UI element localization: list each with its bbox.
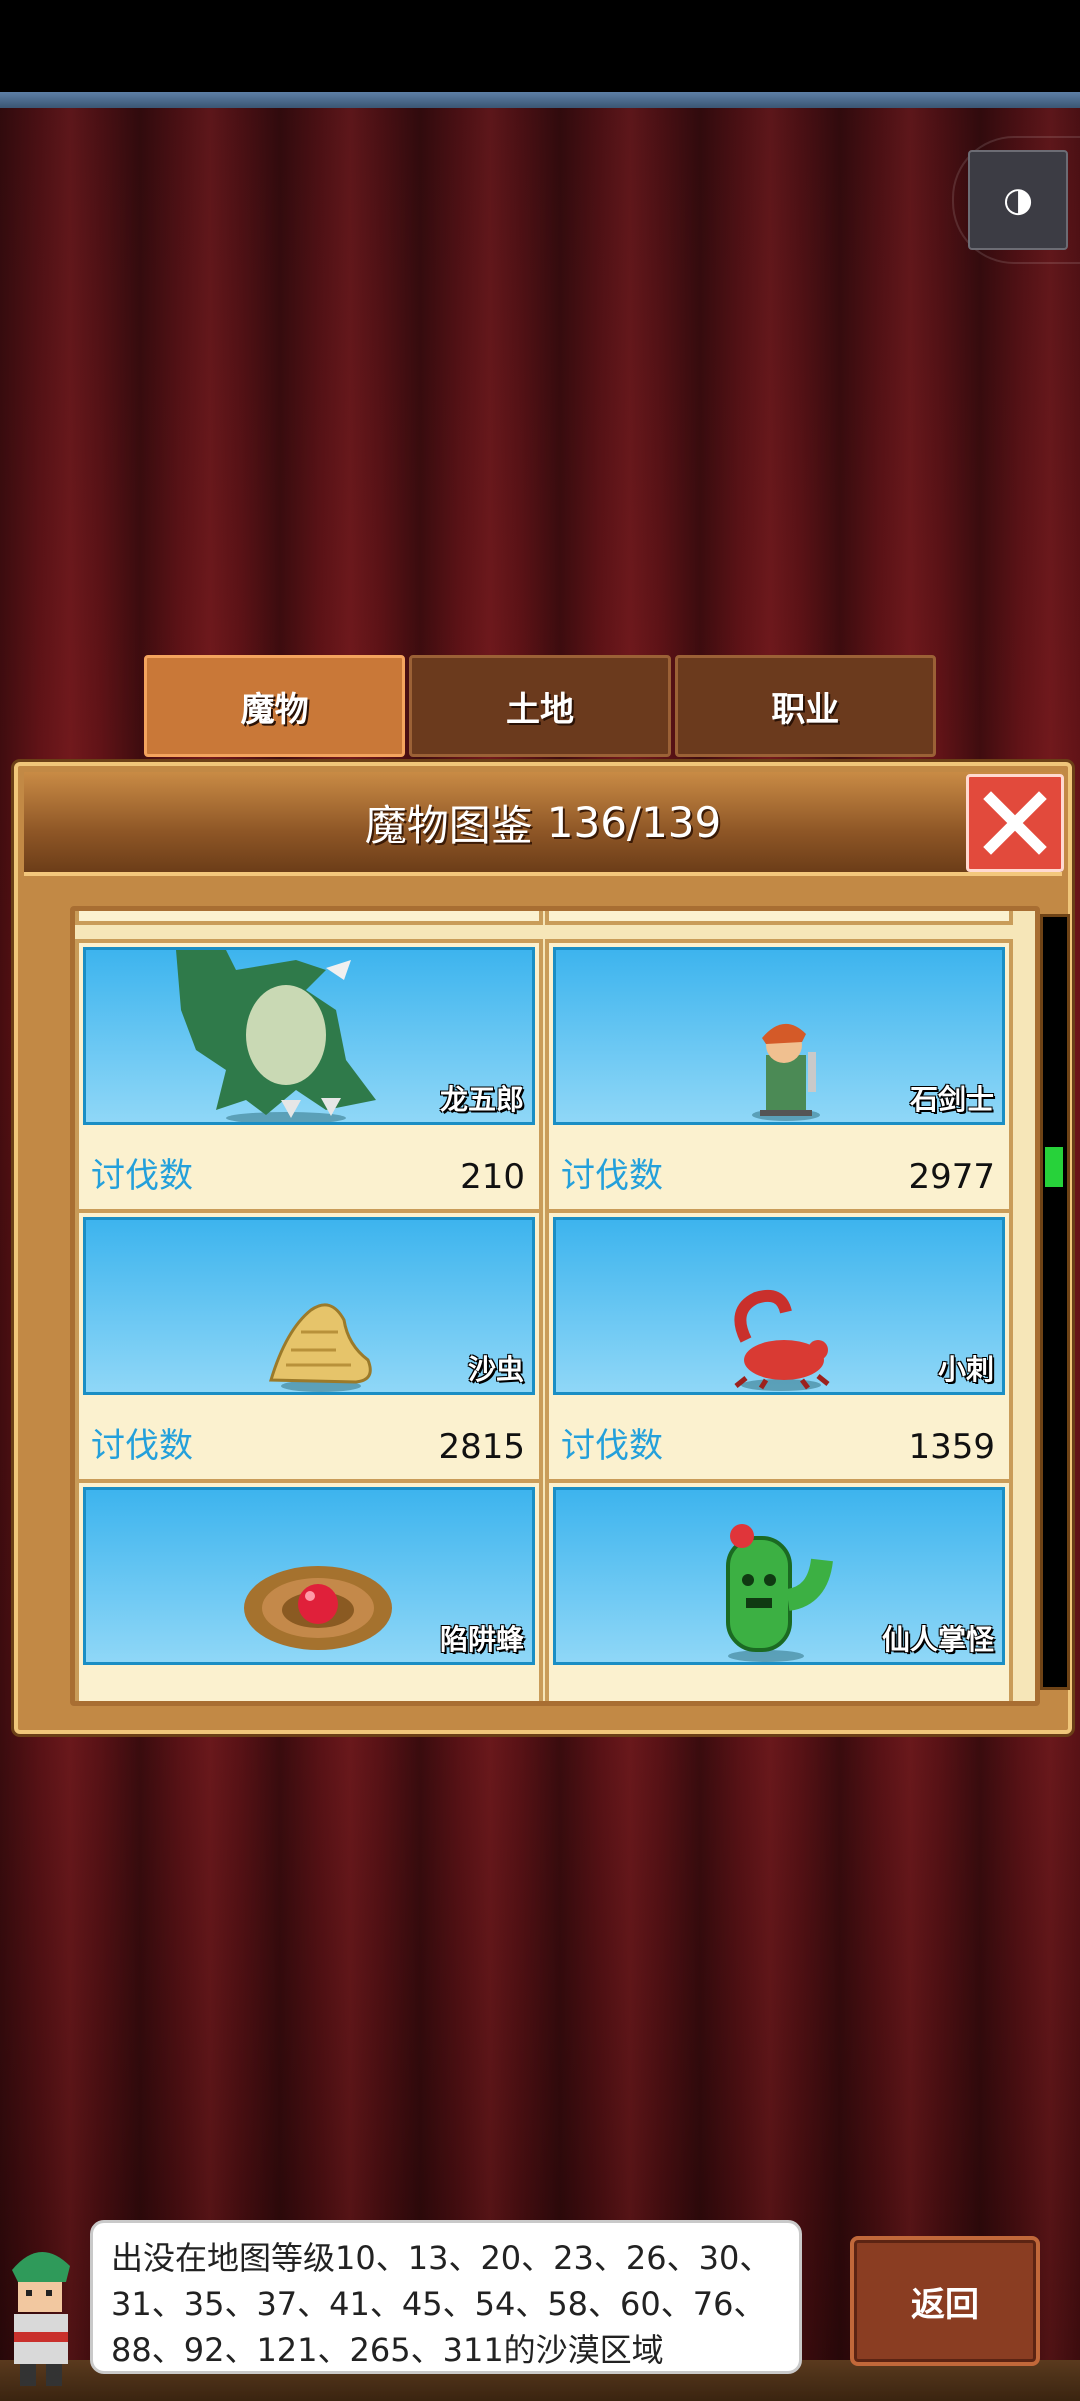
scroll-thumb[interactable] [1045, 1147, 1063, 1187]
defeat-count-value: 210 [460, 1157, 525, 1197]
top-strip [0, 92, 1080, 108]
monster-name: 龙五郎 [439, 1083, 524, 1116]
panel-count: 136/139 [546, 797, 722, 847]
monster-portrait: 仙人掌怪 [553, 1487, 1005, 1665]
monster-card[interactable]: 仙人掌怪 [545, 1479, 1013, 1701]
monster-portrait: 石剑士 [553, 947, 1005, 1125]
monster-card[interactable]: 小刺 讨伐数 1359 [545, 1209, 1013, 1483]
back-button[interactable]: 返回 [850, 2236, 1040, 2366]
monster-name: 仙人掌怪 [881, 1623, 994, 1656]
category-tabs: 魔物 土地 职业 [144, 655, 936, 757]
close-x-icon [983, 791, 1047, 855]
theme-toggle-button[interactable]: ◑ [968, 150, 1068, 250]
defeat-count-label: 讨伐数 [91, 1426, 193, 1466]
back-button-label: 返回 [911, 2284, 979, 2325]
monster-card[interactable]: 龙五郎 讨伐数 210 [75, 939, 543, 1213]
defeat-count-label: 讨伐数 [91, 1156, 193, 1196]
tab-jobs[interactable]: 职业 [674, 655, 936, 757]
monster-name: 小刺 [937, 1353, 994, 1386]
monster-portrait: 小刺 [553, 1217, 1005, 1395]
defeat-count-value: 2977 [908, 1157, 995, 1197]
monster-encyclopedia-panel: 魔物图鉴 136/139 龙五郎 讨伐数 210 石剑士 讨伐数 2977 沙虫… [14, 762, 1072, 1734]
hint-speech-bubble: 出没在地图等级10、13、20、23、26、30、31、35、37、41、45、… [90, 2220, 802, 2374]
monster-card-hidden-2[interactable] [545, 911, 1013, 925]
monster-card[interactable]: 石剑士 讨伐数 2977 [545, 939, 1013, 1213]
tab-monsters[interactable]: 魔物 [144, 655, 406, 757]
close-button[interactable] [966, 774, 1064, 872]
status-bar [0, 0, 1080, 92]
hint-text: 出没在地图等级10、13、20、23、26、30、31、35、37、41、45、… [111, 2239, 772, 2369]
monster-card[interactable]: 陷阱蜂 [75, 1479, 543, 1701]
defeat-count-label: 讨伐数 [561, 1426, 663, 1466]
monster-card[interactable]: 沙虫 讨伐数 2815 [75, 1209, 543, 1483]
list-scrollbar[interactable] [1040, 914, 1070, 1690]
panel-header: 魔物图鉴 136/139 [24, 772, 1062, 876]
monster-name: 石剑士 [909, 1083, 994, 1116]
monster-portrait: 沙虫 [83, 1217, 535, 1395]
defeat-count-value: 1359 [908, 1427, 995, 1467]
monster-name: 沙虫 [467, 1353, 524, 1386]
monster-portrait: 龙五郎 [83, 947, 535, 1125]
monster-card-hidden-1[interactable] [75, 911, 543, 925]
defeat-count-label: 讨伐数 [561, 1156, 663, 1196]
monster-portrait: 陷阱蜂 [83, 1487, 535, 1665]
tab-lands[interactable]: 土地 [409, 655, 671, 757]
monster-name: 陷阱蜂 [439, 1623, 524, 1656]
monster-list[interactable]: 龙五郎 讨伐数 210 石剑士 讨伐数 2977 沙虫 讨伐数 2815 小刺 … [70, 906, 1040, 1706]
guide-character-avatar [12, 2251, 70, 2386]
defeat-count-value: 2815 [438, 1427, 525, 1467]
panel-title: 魔物图鉴 [364, 800, 533, 850]
contrast-icon: ◑ [1003, 180, 1033, 220]
